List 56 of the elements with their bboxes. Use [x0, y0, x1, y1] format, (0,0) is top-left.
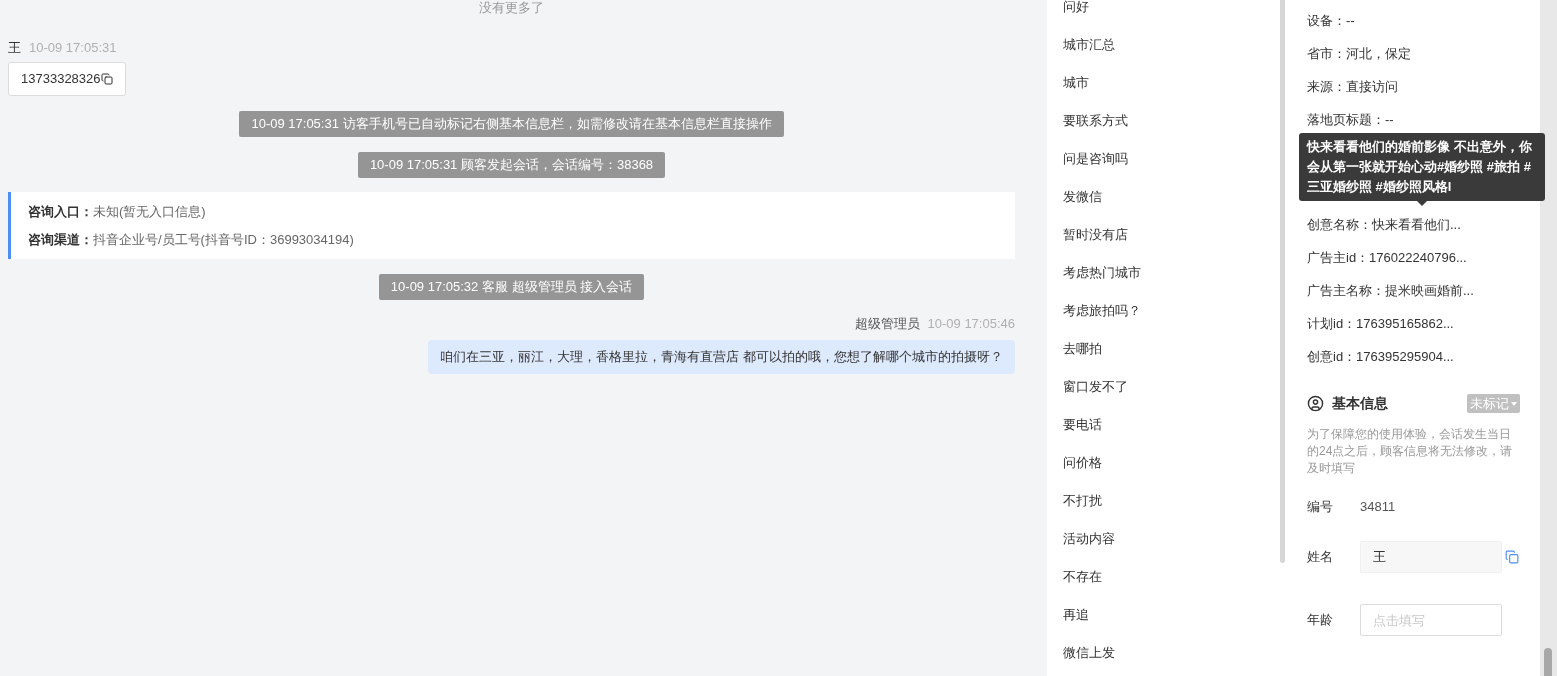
field-label: 年龄 [1307, 611, 1334, 630]
system-message: 10-09 17:05:31 顾客发起会话，会话编号：38368 [357, 152, 666, 178]
caret-icon [1511, 401, 1517, 406]
quick-reply-item[interactable]: 再追 [1047, 596, 1287, 634]
message-bubble: 咱们在三亚，丽江，大理，香格里拉，青海有直营店 都可以拍的哦，您想了解哪个城市的拍摄呀？ [428, 340, 1015, 374]
quick-reply-item[interactable]: 要电话 [1047, 406, 1287, 444]
quick-reply-item[interactable]: 问好 [1047, 0, 1287, 26]
quick-reply-item[interactable]: 问价格 [1047, 444, 1287, 482]
copy-icon[interactable] [1505, 550, 1519, 564]
notice-text: 为了保障您的使用体验，会话发生当日的24点之后，顾客信息将无法修改，请及时填写 [1307, 426, 1514, 477]
message-time: 10-09 17:05:46 [927, 315, 1015, 333]
quick-reply-item[interactable]: 城市 [1047, 64, 1287, 102]
quick-reply-item[interactable]: 去哪拍 [1047, 330, 1287, 368]
system-message: 10-09 17:05:32 客服 超级管理员 接入会话 [378, 274, 645, 300]
field-value: 34811 [1360, 498, 1396, 517]
quick-reply-item[interactable]: 要联系方式 [1047, 102, 1287, 140]
meta-text: 广告主名称：提米映画婚前... [1307, 281, 1474, 300]
quick-reply-item[interactable]: 不存在 [1047, 558, 1287, 596]
section-title: 基本信息 [1332, 394, 1388, 413]
meta-text: 广告主id：176022240796... [1307, 248, 1467, 267]
tooltip: 快来看看他们的婚前影像 不出意外，你会从第一张就开始心动#婚纱照 #旅拍 #三亚婚纱照 #婚纱照风格l [1299, 133, 1545, 201]
no-more-notice: 没有更多了 [479, 0, 544, 16]
copy-icon[interactable] [100, 73, 113, 85]
meta-text: 设备：-- [1307, 11, 1355, 30]
quick-reply-item[interactable]: 发微信 [1047, 178, 1287, 216]
field-label: 姓名 [1307, 548, 1334, 567]
quick-reply-item[interactable]: 考虑旅拍吗？ [1047, 292, 1287, 330]
quick-reply-item[interactable]: 不打扰 [1047, 482, 1287, 520]
info-value: 抖音企业号/员工号(抖音号ID：36993034194) [93, 231, 354, 249]
quick-reply-item[interactable]: 暂时没有店 [1047, 216, 1287, 254]
quick-reply-item[interactable]: 考虑热门城市 [1047, 254, 1287, 292]
meta-text: 省市：河北，保定 [1307, 44, 1411, 63]
sender-name: 超级管理员 [854, 315, 920, 333]
info-label: 咨询入口： [28, 203, 93, 221]
tooltip-pointer-icon [1417, 201, 1427, 206]
info-value: 未知(暂无入口信息) [93, 203, 206, 221]
system-message: 10-09 17:05:31 访客手机号已自动标记右侧基本信息栏，如需修改请在基本信息栏直接操作 [239, 111, 784, 137]
user-icon [1307, 395, 1324, 412]
info-label: 咨询渠道： [28, 231, 93, 249]
message-bubble: 13733328326 [8, 62, 126, 96]
quick-reply-item[interactable]: 问是咨询吗 [1047, 140, 1287, 178]
message-time: 10-09 17:05:31 [29, 39, 117, 57]
meta-text: 计划id：176395165862... [1307, 314, 1454, 333]
meta-text: 来源：直接访问 [1307, 77, 1398, 96]
quick-reply-item[interactable]: 城市汇总 [1047, 26, 1287, 64]
quick-reply-item[interactable]: 活动内容 [1047, 520, 1287, 558]
scrollbar-thumb[interactable] [1544, 648, 1552, 676]
quick-reply-item[interactable]: 窗口发不了 [1047, 368, 1287, 406]
scrollbar-thumb[interactable] [1280, 0, 1285, 563]
text-field[interactable]: 王 [1360, 541, 1502, 573]
meta-text: 创意名称：快来看看他们... [1307, 215, 1461, 234]
field-label: 编号 [1307, 498, 1334, 517]
meta-text: 创意id：176395295904... [1307, 347, 1454, 366]
sender-name: 王 [8, 39, 21, 57]
meta-text: 落地页标题：-- [1307, 110, 1394, 129]
quick-reply-item[interactable]: 微信上发 [1047, 634, 1287, 672]
